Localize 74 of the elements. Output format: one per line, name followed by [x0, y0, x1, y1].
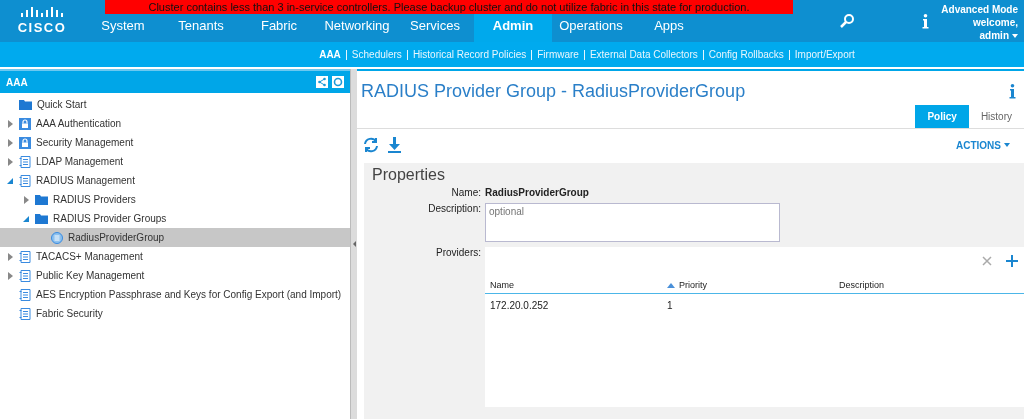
field-label: Name:: [450, 187, 481, 198]
subnav-link[interactable]: Config Rollbacks: [708, 49, 784, 60]
logo-text: CISCO: [17, 20, 67, 35]
document-icon: [19, 174, 31, 187]
share-icon[interactable]: [316, 76, 328, 88]
tree-item[interactable]: RADIUS Providers: [0, 190, 350, 209]
tree-item[interactable]: Security Management: [0, 133, 350, 152]
lock-icon: [19, 117, 31, 130]
subnav-link[interactable]: External Data Collectors: [589, 49, 698, 60]
object-icon: [51, 231, 63, 244]
welcome-text: welcome,: [971, 16, 1018, 29]
subnav-link[interactable]: Firmware: [537, 49, 579, 60]
refresh-icon[interactable]: [332, 76, 344, 88]
nav-tab[interactable]: Apps: [630, 14, 708, 42]
tree-item[interactable]: RADIUS Management: [0, 171, 350, 190]
document-icon: [19, 307, 31, 320]
tree-item[interactable]: RadiusProviderGroup: [0, 228, 350, 247]
user-menu[interactable]: admin: [979, 29, 1018, 42]
folder-icon: [35, 213, 48, 224]
sort-ascending-icon: [667, 282, 675, 288]
table-cell-text: 172.20.0.252: [489, 299, 550, 311]
column-header[interactable]: Priority: [667, 280, 839, 290]
table-cell-text: 1: [667, 299, 674, 311]
nav-tab[interactable]: Operations: [552, 14, 630, 42]
name-value: RadiusProviderGroup: [485, 187, 589, 198]
tree-item[interactable]: LDAP Management: [0, 152, 350, 171]
column-header[interactable]: Description: [839, 280, 989, 290]
info-icon: [1009, 84, 1016, 99]
mode-label[interactable]: Advanced Mode: [941, 3, 1018, 16]
warning-banner: Cluster contains less than 3 in-service controllers. Please backup cluster and do not utilize fabric in this state for production.: [105, 0, 793, 14]
document-icon: [19, 155, 31, 168]
document-icon: [19, 269, 31, 282]
tree-item[interactable]: Fabric Security: [0, 304, 350, 323]
section-title: Properties: [372, 166, 446, 184]
nav-tab[interactable]: Fabric: [240, 14, 318, 42]
actions-menu[interactable]: ACTIONS: [956, 139, 1010, 151]
tree-item[interactable]: AES Encryption Passphrase and Keys for Config Export (and Import): [0, 285, 350, 304]
folder-icon: [35, 194, 48, 205]
download-icon: [387, 137, 402, 153]
caret-icon: [1012, 33, 1018, 38]
nav-tab[interactable]: System: [84, 14, 162, 42]
field-label: Description:: [427, 203, 481, 214]
tree-item[interactable]: Public Key Management: [0, 266, 350, 285]
lock-icon: [19, 136, 31, 149]
refresh-icon: [363, 137, 379, 153]
tab[interactable]: Policy: [915, 105, 969, 128]
page-title: RADIUS Provider Group - RadiusProviderGroup: [361, 81, 746, 102]
subnav-link[interactable]: Import/Export: [794, 49, 855, 60]
subnav-link[interactable]: Historical Record Policies: [412, 49, 527, 60]
tree-item[interactable]: Quick Start: [0, 95, 350, 114]
document-icon: [19, 288, 31, 301]
tree-item[interactable]: AAA Authentication: [0, 114, 350, 133]
add-icon: [1006, 255, 1018, 267]
description-field[interactable]: optional: [485, 203, 780, 242]
tab[interactable]: History: [968, 105, 1024, 128]
subnav-link[interactable]: AAA: [319, 49, 341, 60]
subnav-link[interactable]: Schedulers: [351, 49, 402, 60]
tree-item[interactable]: TACACS+ Management: [0, 247, 350, 266]
column-header[interactable]: Name: [485, 280, 667, 290]
document-icon: [19, 250, 31, 263]
logo-bars-icon: [21, 7, 63, 17]
field-label: Providers:: [435, 247, 481, 258]
nav-tab[interactable]: Admin: [474, 14, 552, 42]
sidebar-title: AAA: [6, 76, 28, 88]
caret-icon: [1004, 143, 1010, 147]
tree-item[interactable]: RADIUS Provider Groups: [0, 209, 350, 228]
splitter-handle[interactable]: [350, 69, 357, 419]
search-icon[interactable]: [840, 14, 854, 28]
nav-tab[interactable]: Services: [396, 14, 474, 42]
nav-tab[interactable]: Networking: [318, 14, 396, 42]
delete-icon: [982, 256, 992, 266]
folder-icon: [19, 99, 32, 110]
info-icon[interactable]: [921, 13, 929, 29]
nav-tab[interactable]: Tenants: [162, 14, 240, 42]
